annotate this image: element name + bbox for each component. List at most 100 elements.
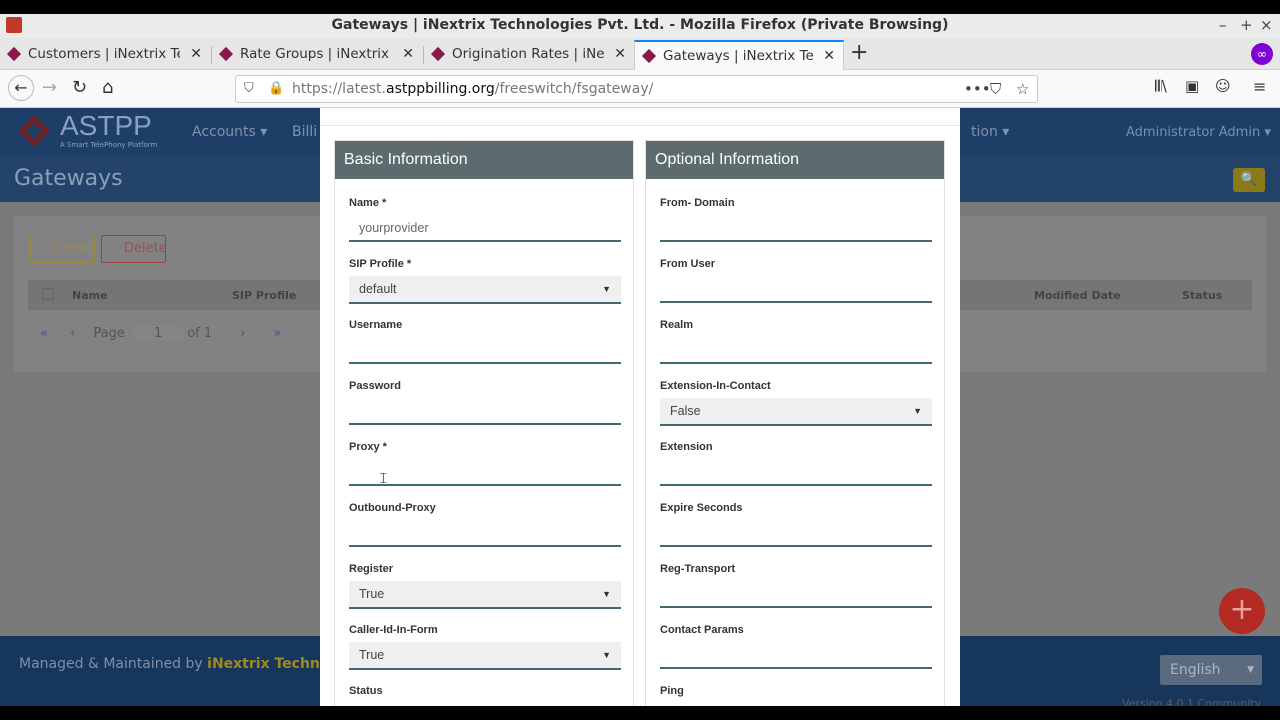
tracking-shield-icon[interactable]: ⛉ bbox=[244, 81, 254, 96]
reg-transport-field: Reg-Transport bbox=[660, 563, 932, 608]
hamburger-menu-icon[interactable]: ≡ bbox=[1253, 77, 1266, 96]
tab-origination-rates[interactable]: Origination Rates | iNext ✕ bbox=[424, 40, 634, 70]
field-label: Extension-In-Contact bbox=[660, 380, 771, 392]
tab-customers[interactable]: Customers | iNextrix Tec ✕ bbox=[0, 40, 210, 70]
dropdown-caret-icon: ▼ bbox=[602, 650, 611, 660]
grid-pager: « ‹ Page 1 of 1 › » bbox=[40, 326, 282, 341]
tab-bar: Customers | iNextrix Tec ✕ Rate Groups |… bbox=[0, 38, 1280, 70]
astpp-favicon-icon bbox=[430, 46, 446, 62]
column-name[interactable]: Name bbox=[72, 289, 108, 302]
logo-text: ASTPP bbox=[60, 110, 152, 141]
last-page-icon[interactable]: » bbox=[274, 326, 282, 341]
optional-information-heading: Optional Information bbox=[646, 141, 944, 179]
library-icon[interactable]: 𝄃𝄃\ bbox=[1155, 77, 1167, 95]
expire-seconds-input[interactable] bbox=[660, 522, 932, 547]
proxy-field: Proxy * bbox=[349, 441, 621, 486]
tab-close-icon[interactable]: ✕ bbox=[402, 40, 414, 68]
menu-billing[interactable]: Billi bbox=[292, 124, 317, 140]
field-label: Register bbox=[349, 563, 394, 575]
extension-input[interactable] bbox=[660, 461, 932, 486]
new-tab-plus-icon[interactable]: + bbox=[850, 40, 868, 65]
tab-close-icon[interactable]: ✕ bbox=[190, 40, 202, 68]
extension-in-contact-select[interactable]: False ▼ bbox=[660, 398, 932, 426]
basic-information-panel: Basic Information Name * yourprovider SI… bbox=[334, 140, 634, 706]
add-fab-button[interactable]: + bbox=[1219, 588, 1265, 634]
menu-accounts[interactable]: Accounts ▾ bbox=[192, 124, 267, 140]
create-button[interactable]: Create bbox=[30, 235, 97, 263]
tab-rate-groups[interactable]: Rate Groups | iNextrix Te ✕ bbox=[212, 40, 422, 70]
field-label: SIP Profile * bbox=[349, 258, 412, 270]
forward-arrow-icon[interactable]: → bbox=[42, 77, 57, 98]
sidebar-icon[interactable]: ▣ bbox=[1185, 77, 1199, 95]
reload-icon[interactable]: ↻ bbox=[72, 77, 87, 98]
admin-user-menu[interactable]: Administrator Admin ▾ bbox=[1126, 125, 1271, 140]
screen: Gateways | iNextrix Technologies Pvt. Lt… bbox=[0, 0, 1280, 720]
page-actions-icon[interactable]: ••• bbox=[964, 80, 991, 98]
select-all-checkbox[interactable] bbox=[42, 288, 54, 300]
realm-input[interactable] bbox=[660, 339, 932, 364]
tab-close-icon[interactable]: ✕ bbox=[614, 40, 626, 68]
bookmark-star-icon[interactable]: ☆ bbox=[1016, 80, 1029, 98]
proxy-input[interactable] bbox=[349, 461, 621, 486]
password-field: Password bbox=[349, 380, 621, 425]
prev-page-icon[interactable]: ‹ bbox=[70, 326, 75, 341]
contact-params-input[interactable] bbox=[660, 644, 932, 669]
caller-id-in-form-select[interactable]: True ▼ bbox=[349, 642, 621, 670]
field-label: Outbound-Proxy bbox=[349, 502, 436, 514]
pocket-icon[interactable]: ⛉ bbox=[990, 80, 1001, 98]
tab-gateways[interactable]: Gateways | iNextrix Tech ✕ bbox=[634, 40, 844, 70]
extension-field: Extension bbox=[660, 441, 932, 486]
tab-close-icon[interactable]: ✕ bbox=[823, 42, 835, 70]
name-input[interactable]: yourprovider bbox=[349, 217, 621, 242]
from-domain-input[interactable] bbox=[660, 217, 932, 242]
sip-profile-select[interactable]: default ▼ bbox=[349, 276, 621, 304]
private-browsing-mask-icon: ∞ bbox=[1251, 43, 1273, 65]
register-select[interactable]: True ▼ bbox=[349, 581, 621, 609]
url-text[interactable]: https://latest.astppbilling.org/freeswit… bbox=[292, 81, 653, 97]
gateway-form-modal: Basic Information Name * yourprovider SI… bbox=[320, 108, 960, 706]
menu-configuration[interactable]: tion ▾ bbox=[971, 124, 1009, 140]
sip-profile-field: SIP Profile * default ▼ bbox=[349, 258, 621, 304]
create-label: Create bbox=[53, 241, 97, 256]
field-label: From User bbox=[660, 258, 716, 270]
register-field: Register True ▼ bbox=[349, 563, 621, 609]
column-modified-date[interactable]: Modified Date bbox=[1034, 289, 1121, 302]
username-input[interactable] bbox=[349, 339, 621, 364]
ping-field: Ping bbox=[660, 685, 932, 697]
tab-label: Rate Groups | iNextrix Te bbox=[240, 46, 392, 62]
status-field: Status bbox=[349, 685, 621, 697]
from-user-input[interactable] bbox=[660, 278, 932, 303]
delete-button[interactable]: Delete bbox=[101, 235, 167, 263]
expire-seconds-field: Expire Seconds bbox=[660, 502, 932, 547]
tab-label: Gateways | iNextrix Tech bbox=[663, 48, 813, 64]
password-input[interactable] bbox=[349, 400, 621, 425]
first-page-icon[interactable]: « bbox=[40, 326, 48, 341]
field-label: Caller-Id-In-Form bbox=[349, 624, 438, 636]
minimize-button[interactable]: – bbox=[1219, 16, 1227, 34]
outbound-proxy-input[interactable] bbox=[349, 522, 621, 547]
column-status[interactable]: Status bbox=[1182, 289, 1222, 302]
field-label: Ping bbox=[660, 685, 684, 697]
account-icon[interactable]: ☺ bbox=[1215, 77, 1231, 95]
version-text: Version 4.0.1 Community bbox=[1122, 697, 1262, 706]
field-label: Reg-Transport bbox=[660, 563, 736, 575]
column-sip-profile[interactable]: SIP Profile bbox=[232, 289, 296, 302]
close-window-button[interactable]: × bbox=[1260, 16, 1273, 34]
name-field: Name * yourprovider bbox=[349, 197, 621, 242]
astpp-favicon-icon bbox=[6, 46, 22, 62]
back-arrow-icon[interactable]: ← bbox=[8, 75, 34, 101]
lock-icon[interactable]: 🔒 bbox=[268, 81, 284, 96]
reg-transport-input[interactable] bbox=[660, 583, 932, 608]
language-select[interactable]: English ▼ bbox=[1160, 655, 1262, 685]
home-icon[interactable]: ⌂ bbox=[102, 77, 113, 98]
from-user-field: From User bbox=[660, 258, 932, 303]
footer-text: Managed & Maintained by iNextrix Technol… bbox=[19, 656, 354, 672]
page-of-label: of 1 bbox=[187, 326, 213, 341]
address-bar[interactable]: ⛉ 🔒 https://latest.astppbilling.org/free… bbox=[235, 75, 1038, 103]
outbound-proxy-field: Outbound-Proxy bbox=[349, 502, 621, 547]
search-toggle-button[interactable]: 🔍 bbox=[1233, 168, 1265, 192]
next-page-icon[interactable]: › bbox=[240, 326, 245, 341]
field-label: Realm bbox=[660, 319, 694, 331]
maximize-button[interactable]: + bbox=[1240, 16, 1253, 34]
page-number-input[interactable]: 1 bbox=[133, 326, 184, 341]
